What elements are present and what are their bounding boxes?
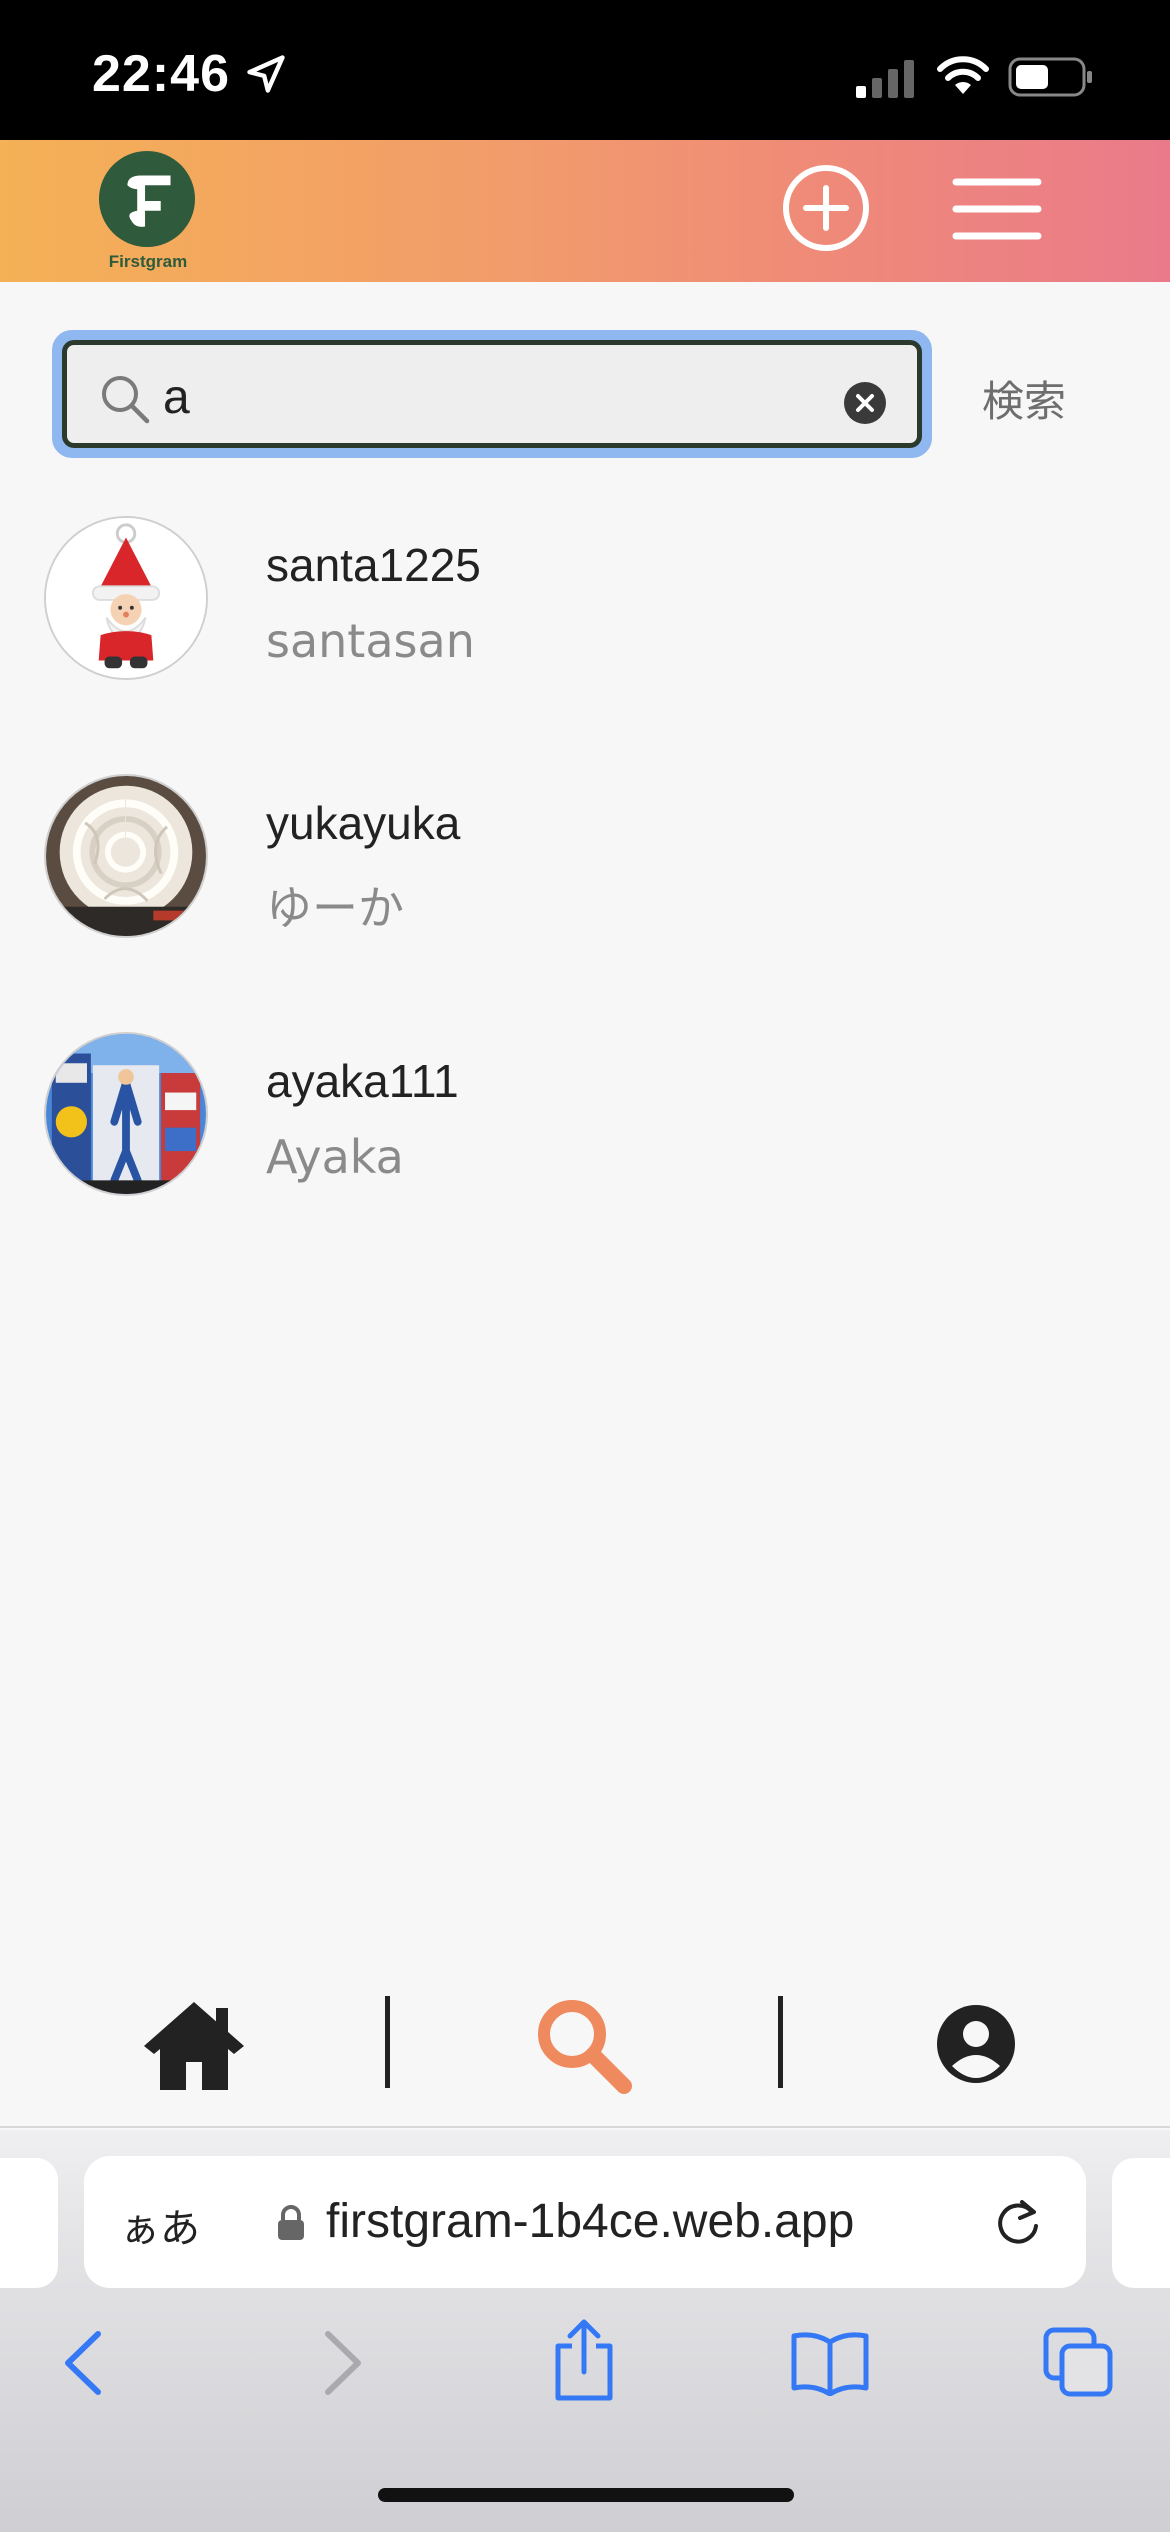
url-text: firstgram-1b4ce.web.app <box>326 2195 855 2248</box>
cream-dessert-avatar[interactable] <box>44 774 208 938</box>
back-arrow-icon[interactable] <box>60 2328 108 2398</box>
status-bar: 22:46 <box>0 0 1170 140</box>
app-header: Firstgram <box>0 140 1170 282</box>
glico-sign-avatar[interactable] <box>44 1032 208 1196</box>
add-post-button[interactable] <box>782 164 870 252</box>
firstgram-logo-icon[interactable] <box>98 150 196 248</box>
search-icon[interactable] <box>532 1994 632 2094</box>
user-result-row[interactable]: yukayuka ゆーか <box>0 774 1170 964</box>
reload-icon[interactable] <box>992 2196 1044 2250</box>
logo-text: Firstgram <box>108 252 188 271</box>
search-icon <box>102 376 150 424</box>
home-indicator <box>378 2488 794 2502</box>
previous-tab-peek[interactable] <box>0 2158 58 2288</box>
result-username: yukayuka <box>266 797 461 849</box>
result-display-name: Ayaka <box>266 1130 404 1184</box>
nav-divider <box>778 1996 783 2088</box>
cellular-signal-icon <box>856 60 914 98</box>
reader-options-button[interactable]: ぁあ <box>120 2196 200 2254</box>
search-submit-button[interactable]: 検索 <box>982 368 1066 429</box>
user-result-row[interactable]: ayaka111 Ayaka <box>0 1032 1170 1222</box>
forward-arrow-icon[interactable] <box>318 2328 366 2398</box>
result-display-name: ゆーか <box>266 881 404 935</box>
nav-divider <box>385 1996 390 2088</box>
address-bar[interactable]: ぁあ firstgram-1b4ce.web.app <box>84 2156 1086 2288</box>
result-display-name: santasan <box>266 614 475 668</box>
hamburger-menu-button[interactable] <box>952 176 1042 242</box>
bottom-navigation <box>0 1978 1170 2128</box>
profile-icon[interactable] <box>936 2004 1016 2084</box>
lock-icon <box>278 2205 304 2240</box>
search-field[interactable] <box>62 340 922 448</box>
wifi-icon <box>937 56 989 94</box>
share-icon[interactable] <box>548 2318 620 2402</box>
santa-avatar[interactable] <box>44 516 208 680</box>
home-icon[interactable] <box>140 1998 248 2094</box>
battery-icon <box>1008 57 1092 97</box>
clear-search-button[interactable] <box>843 381 887 425</box>
tabs-icon[interactable] <box>1042 2326 1114 2398</box>
result-username: santa1225 <box>266 539 481 591</box>
search-input[interactable] <box>163 367 803 427</box>
search-field-focus-ring <box>52 330 932 458</box>
location-arrow-icon <box>247 55 285 93</box>
bookmarks-icon[interactable] <box>790 2330 870 2396</box>
result-username: ayaka111 <box>266 1055 459 1107</box>
next-tab-peek[interactable] <box>1112 2158 1170 2288</box>
status-time: 22:46 <box>92 45 230 103</box>
user-result-row[interactable]: santa1225 santasan <box>0 516 1170 706</box>
